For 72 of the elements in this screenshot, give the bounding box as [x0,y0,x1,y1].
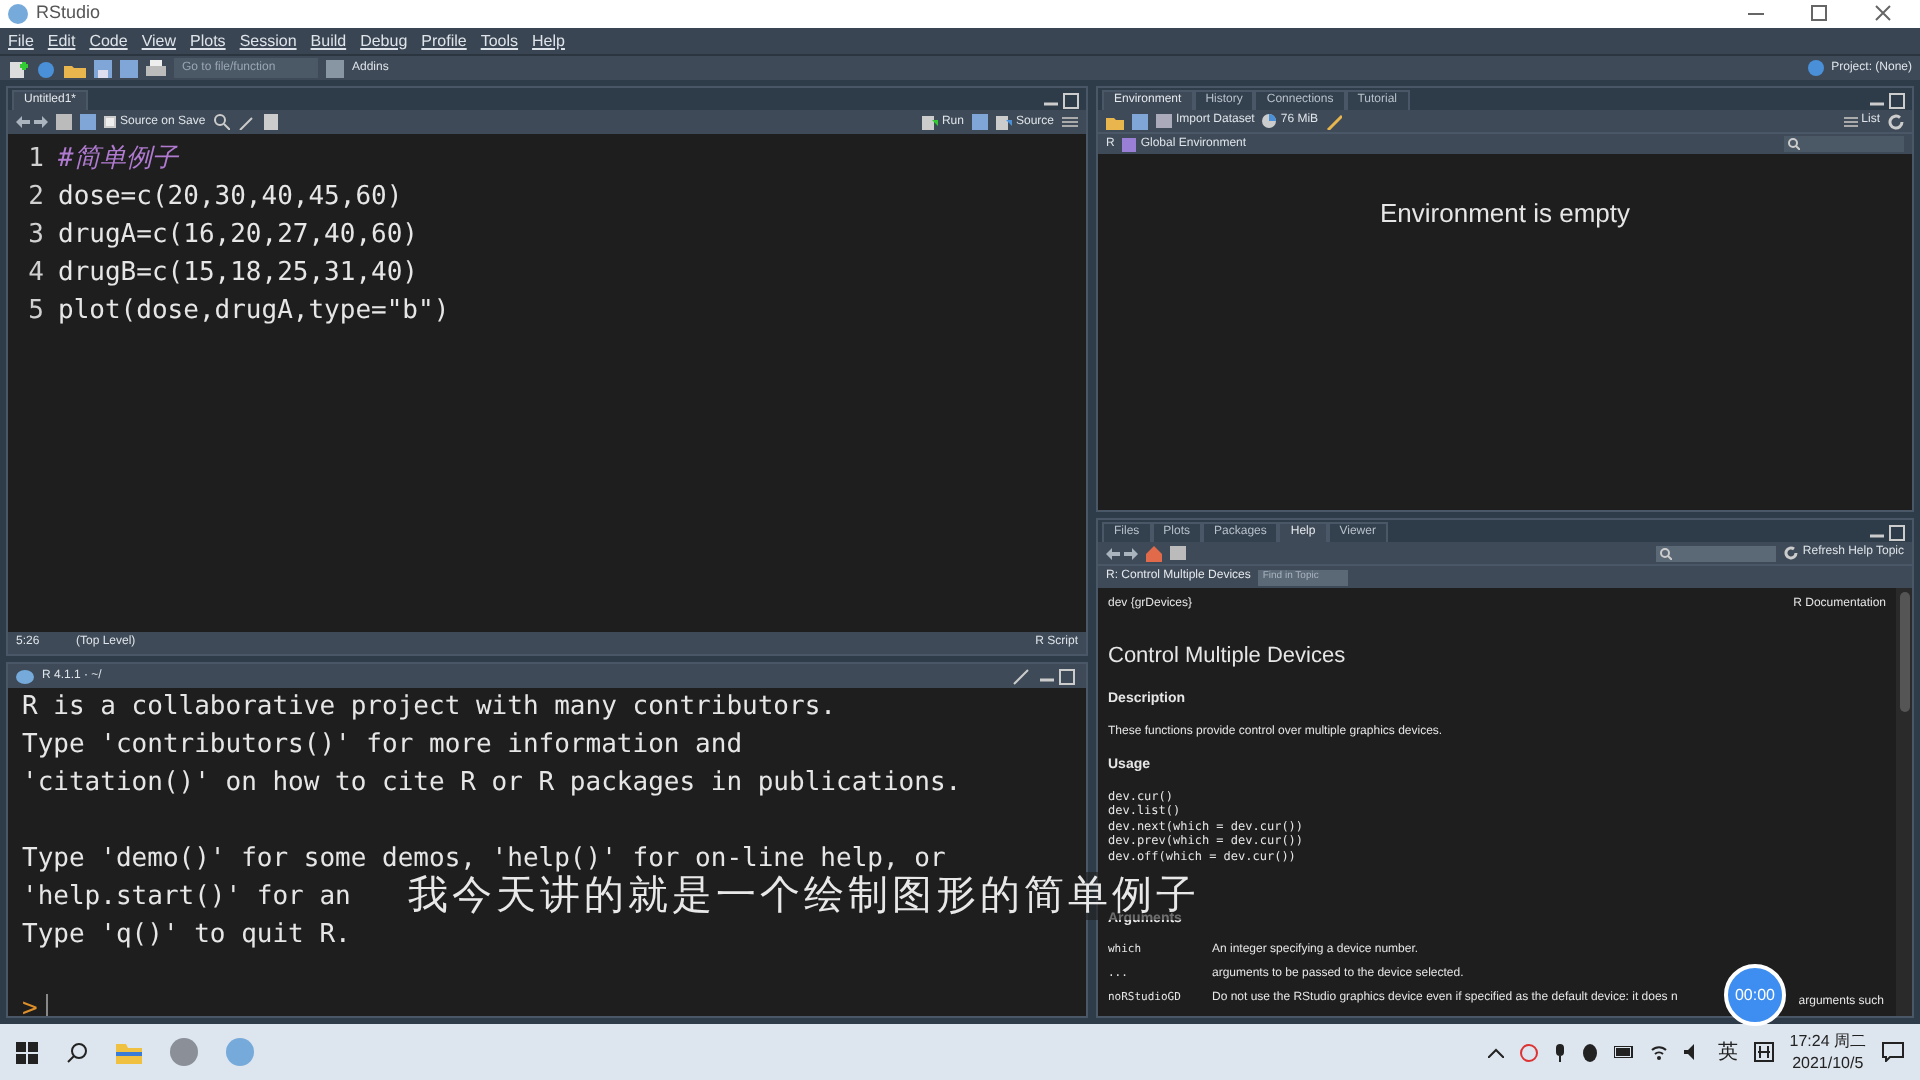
project-icon [1807,60,1824,76]
menu-item[interactable]: Code [89,29,128,53]
empty-message: Environment is empty [1380,196,1630,232]
keyboard-icon[interactable] [1753,1042,1774,1062]
list-icon [1843,115,1858,127]
console-line: 'help.start()' for an [22,880,351,916]
code-line: dose=c(20,30,40,45,60) [56,180,403,216]
menu-item[interactable]: Debug [360,29,408,53]
folder-icon[interactable] [116,1041,142,1063]
line-number: 2 [26,180,46,216]
console-line: Type 'q()' to quit R. [22,918,351,954]
back-forward-icon[interactable] [1106,545,1138,561]
minimize-pane-icon[interactable] [1868,524,1908,542]
print-icon[interactable] [146,59,166,77]
start-icon[interactable] [16,1041,38,1063]
menu-item[interactable]: File [8,29,34,53]
line-number: 1 [26,142,46,178]
search-icon[interactable] [213,114,230,130]
code-line: #简单例子 [56,142,178,178]
app-tray-icon[interactable] [1519,1043,1538,1061]
avatar-icon[interactable] [170,1038,198,1066]
menu-item[interactable]: Build [310,29,347,53]
menu-item[interactable]: Plots [190,29,226,53]
minimize-pane-icon[interactable] [1038,667,1078,685]
checkbox[interactable] [104,116,116,128]
r-logo-icon [16,669,34,683]
window-title: RStudio [36,0,101,27]
source-icon [995,115,1012,129]
minimize-pane-icon[interactable] [1042,92,1082,110]
console-prompt: > [22,992,38,1016]
console-line: 'citation()' on how to cite R or R packages in publications. [22,766,962,802]
console-line: Type 'demo()' for some demos, 'help()' for on-line help, or [22,842,946,875]
input-method-indicator[interactable]: 英 [1717,1037,1738,1067]
code-line: plot(dose,drugA,type="b") [56,294,450,330]
wifi-icon[interactable] [1649,1044,1668,1060]
run-icon [921,115,938,129]
back-forward-icon[interactable] [16,114,48,130]
chevron-up-icon[interactable] [1487,1047,1504,1057]
line-number: 4 [26,256,46,292]
search-field[interactable] [1784,136,1904,152]
search-field[interactable] [1656,545,1777,561]
notification-icon[interactable] [1882,1042,1904,1062]
search-icon [1788,138,1800,150]
project-icon[interactable] [36,59,56,77]
pie-icon [1262,114,1277,128]
microphone-icon[interactable] [1553,1043,1566,1061]
refresh-icon[interactable] [1888,113,1904,129]
line-number: 5 [26,294,46,330]
outline-icon[interactable] [1062,114,1078,130]
new-file-icon[interactable] [8,59,28,77]
app-logo-icon [8,4,28,24]
menu-item[interactable]: Session [239,29,297,53]
search-icon[interactable] [66,1041,88,1063]
console-line: Type 'contributors()' for more information and [22,728,743,764]
line-number: 3 [26,218,46,254]
search-icon [1660,547,1673,559]
console-line: R is a collaborative project with many contributors. [22,690,836,726]
code-line: drugA=c(16,20,27,40,60) [56,218,419,254]
menu-item[interactable]: Edit [47,29,76,53]
menu-item[interactable]: View [141,29,177,53]
text-cursor [45,993,48,1016]
menu-item[interactable]: Tools [480,29,519,53]
minimize-pane-icon[interactable] [1868,92,1908,110]
menu-item[interactable]: Help [532,29,565,53]
clock-time[interactable]: 17:24 周二 [1789,1030,1866,1052]
battery-icon[interactable] [1613,1046,1634,1058]
clock-date[interactable]: 2021/10/5 [1792,1052,1864,1074]
scrollbar-thumb[interactable] [1899,592,1909,712]
refresh-icon [1784,546,1799,560]
code-line: drugB=c(15,18,25,31,40) [56,256,419,292]
help-title: Control Multiple Devices [1108,642,1346,672]
menu-item[interactable]: Profile [421,29,467,53]
